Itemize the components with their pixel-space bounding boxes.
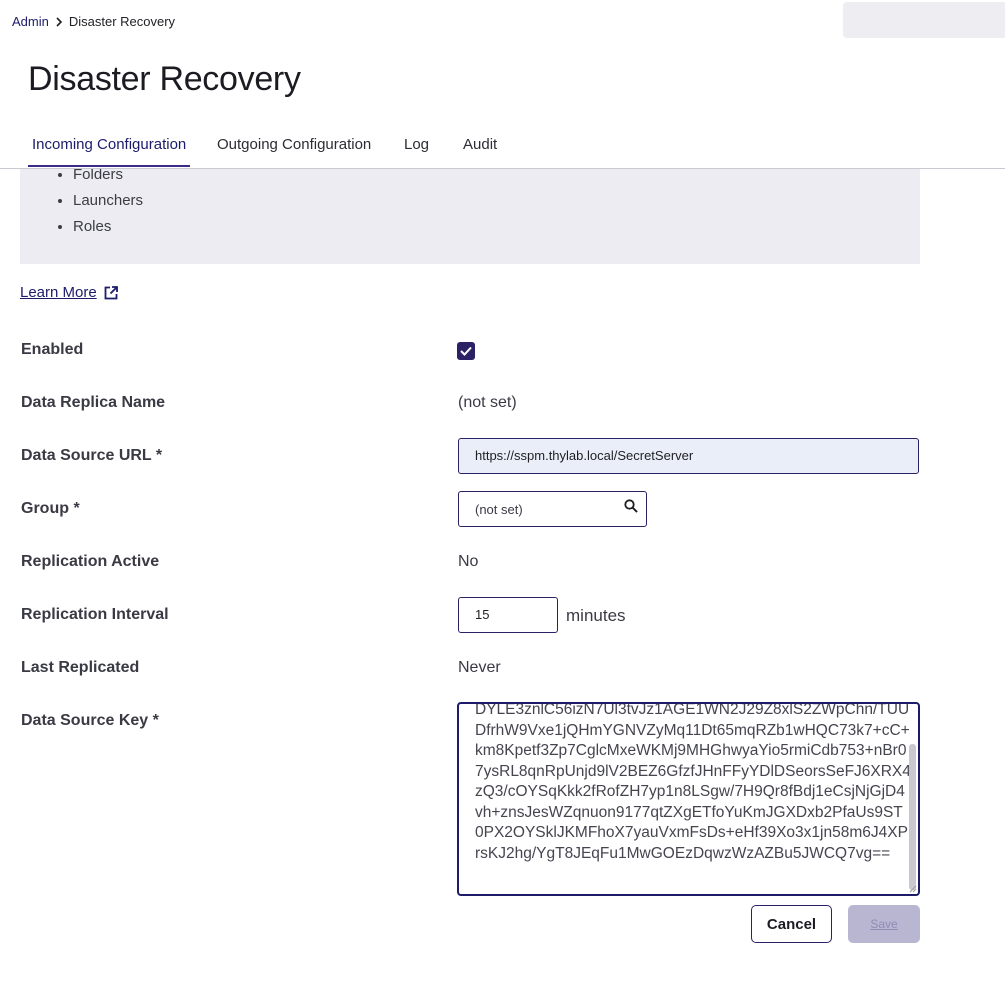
data-source-key-textarea[interactable]: DYLE3znlC56izN7Ul3tvJz1AGE1WN2J29Z8xlS2Z… [457,702,920,896]
list-item: Folders [73,169,143,188]
list-item: Launchers [73,188,143,214]
external-link-icon [104,285,118,299]
learn-more-label: Learn More [20,284,97,301]
group-label: Group * [21,500,80,517]
tab-bar: Incoming Configuration Outgoing Configur… [0,128,1005,169]
replication-active-value: No [458,553,479,570]
global-search-box[interactable] [843,2,1005,38]
breadcrumb: Admin Disaster Recovery [12,14,175,29]
cancel-button[interactable]: Cancel [751,905,832,943]
tab-audit[interactable]: Audit [463,136,497,165]
breadcrumb-current: Disaster Recovery [68,14,176,29]
replication-interval-unit: minutes [566,606,626,625]
data-replica-name-value: (not set) [458,394,517,411]
info-list: Folders Launchers Roles [73,169,143,240]
last-replicated-label: Last Replicated [21,659,140,676]
textarea-scrollbar[interactable] [909,744,916,890]
data-source-url-label: Data Source URL * [21,447,163,464]
learn-more-link[interactable]: Learn More [20,284,119,301]
save-button[interactable]: Save [848,905,920,943]
breadcrumb-admin-link[interactable]: Admin [12,14,49,29]
checkmark-icon [460,346,472,356]
page-title: Disaster Recovery [28,60,301,98]
tab-incoming-configuration[interactable]: Incoming Configuration [27,136,191,167]
replication-active-label: Replication Active [21,553,160,570]
replication-interval-label: Replication Interval [21,606,169,623]
data-source-key-label: Data Source Key * [21,712,159,729]
data-source-key-text: DYLE3znlC56izN7Ul3tvJz1AGE1WN2J29Z8xlS2Z… [475,702,911,862]
search-icon[interactable] [624,499,638,513]
replication-interval-input[interactable]: 15 [458,597,558,633]
list-item: Roles [73,214,143,240]
data-source-url-input[interactable]: https://sspm.thylab.local/SecretServer [458,438,919,474]
enabled-checkbox[interactable] [457,342,475,360]
last-replicated-value: Never [458,659,501,676]
chevron-right-icon [55,16,63,27]
resize-handle-icon[interactable] [909,885,917,893]
enabled-label: Enabled [21,341,84,358]
info-panel: Folders Launchers Roles [20,169,920,264]
group-value: (not set) [475,502,523,517]
tab-log[interactable]: Log [404,136,429,165]
group-picker[interactable]: (not set) [458,491,647,527]
data-replica-name-label: Data Replica Name [21,394,166,411]
tab-outgoing-configuration[interactable]: Outgoing Configuration [217,136,371,165]
